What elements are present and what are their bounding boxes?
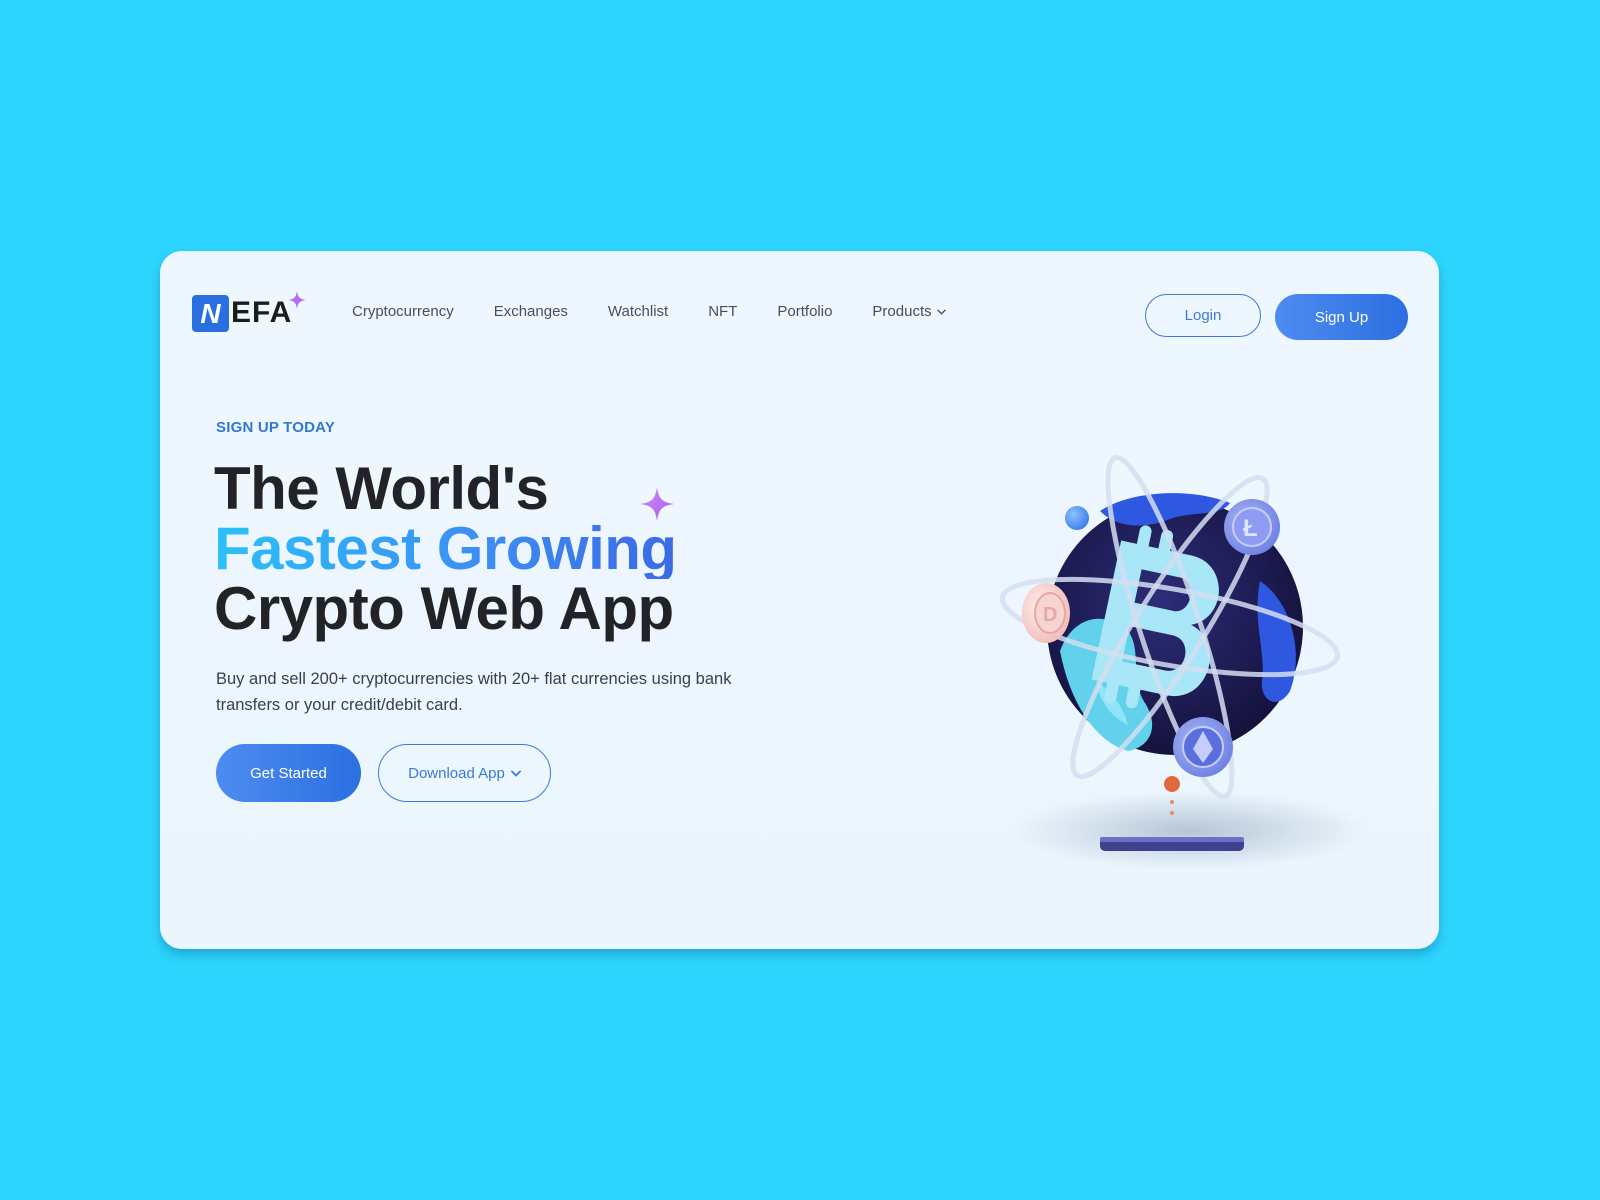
headline-line-2: Fastest Growing [214, 515, 677, 582]
nav-item-products[interactable]: Products [872, 303, 946, 320]
orange-ball-small [1164, 776, 1180, 792]
sparkle-icon [640, 487, 674, 521]
ethereum-icon [1173, 717, 1233, 777]
login-button[interactable]: Login [1145, 294, 1261, 337]
nav-item-nft[interactable]: NFT [708, 303, 737, 320]
nav-item-exchanges[interactable]: Exchanges [494, 303, 568, 320]
hero-description: Buy and sell 200+ cryptocurrencies with … [216, 670, 732, 714]
crypto-globe-illustration: D Ł [999, 454, 1370, 871]
logo[interactable]: N EFA [192, 291, 306, 333]
hero-card: N EFA Cryptocurrency Exchanges Watchlist… [160, 251, 1439, 949]
dogecoin-icon: D [1022, 583, 1070, 643]
signup-button[interactable]: Sign Up [1275, 294, 1408, 340]
chevron-down-icon [510, 770, 521, 777]
logo-mark: N [192, 294, 229, 332]
main-nav: Cryptocurrency Exchanges Watchlist NFT P… [352, 303, 946, 320]
nav-item-portfolio[interactable]: Portfolio [777, 303, 832, 320]
download-app-label: Download App [408, 764, 505, 782]
svg-text:D: D [1043, 604, 1057, 626]
svg-text:Ł: Ł [1243, 515, 1258, 542]
litecoin-icon: Ł [1224, 499, 1280, 555]
get-started-button[interactable]: Get Started [216, 744, 361, 802]
eyebrow-text: SIGN UP TODAY [216, 419, 336, 436]
headline-line-1: The World's [214, 455, 549, 522]
nav-item-products-label: Products [872, 303, 932, 320]
page-title: The World's Fastest Growing Crypto Web A… [214, 459, 677, 639]
headline-line-3: Crypto Web App [214, 575, 674, 642]
logo-text: EFA [231, 296, 293, 329]
blue-ball [1065, 506, 1089, 530]
chevron-down-icon [936, 309, 946, 315]
nav-item-watchlist[interactable]: Watchlist [608, 303, 668, 320]
floor-shadow [1010, 791, 1370, 871]
sparkle-icon [288, 291, 306, 309]
nav-item-cryptocurrency[interactable]: Cryptocurrency [352, 303, 454, 320]
download-app-button[interactable]: Download App [378, 744, 551, 802]
